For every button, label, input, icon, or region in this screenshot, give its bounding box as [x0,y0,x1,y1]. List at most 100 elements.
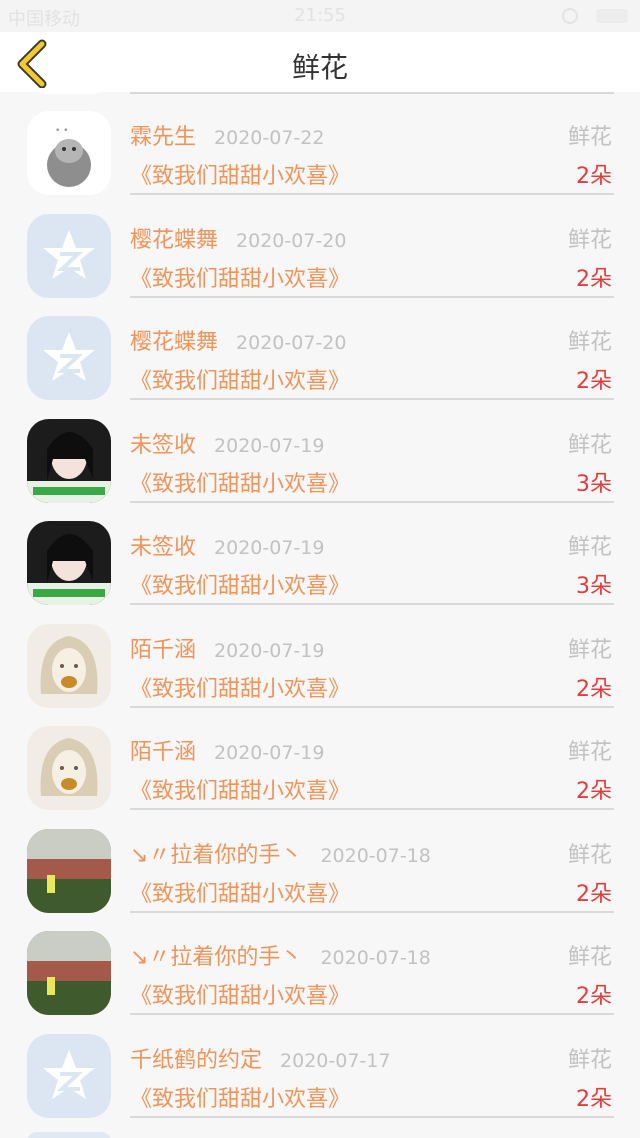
gift-type: 鲜花 [567,740,612,765]
gift-date: 2020-07-22 [214,127,325,149]
qzone-star-avatar-image [27,213,111,298]
gift-record-row[interactable]: ↘〃拉着你的手丶 2020-07-18 鲜花 《致我们甜甜小欢喜》 2朵 [0,912,640,1015]
sender-name-text: 陌千涵 [130,740,197,765]
sender-name-text: 未签收 [130,535,197,560]
gift-count: 2朵 [576,1086,612,1112]
gift-type: 鲜花 [567,945,612,970]
gift-message-title: 《致我们甜甜小欢喜》 [130,1086,351,1112]
gift-message-title: 《致我们甜甜小欢喜》 [130,266,351,292]
gift-count: 2朵 [576,676,612,702]
gift-message-title: 《致我们甜甜小欢喜》 [130,984,351,1009]
girl-photo-avatar[interactable] [27,521,111,605]
garden-photo-avatar[interactable] [27,828,111,913]
gift-date: 2020-07-19 [214,742,325,764]
gift-message-title: 《致我们甜甜小欢喜》 [130,676,351,702]
sender-name-text: 未签收 [130,432,197,458]
gift-date: 2020-07-17 [280,1049,391,1072]
partial-avatar [27,1132,111,1138]
gift-date: 2020-07-19 [214,434,325,457]
sender-name-text: ↘〃拉着你的手丶 [130,945,303,970]
gift-record-row[interactable]: 未签收 2020-07-19 鲜花 《致我们甜甜小欢喜》 3朵 [0,502,640,605]
gift-date: 2020-07-20 [236,229,347,252]
alarm-icon [562,8,578,24]
gift-record-row[interactable]: ↘〃拉着你的手丶 2020-07-18 鲜花 《致我们甜甜小欢喜》 2朵 [0,810,640,913]
gift-record-row[interactable]: 陌千涵 2020-07-19 鲜花 《致我们甜甜小欢喜》 2朵 [0,707,640,810]
gift-type: 鲜花 [567,535,612,560]
sender-name-text: 霖先生 [130,125,197,150]
status-bar: 中国移动 21:55 [0,0,640,32]
sender-name-text: 陌千涵 [130,637,197,663]
gift-record-row[interactable]: 陌千涵 2020-07-19 鲜花 《致我们甜甜小欢喜》 2朵 [0,605,640,708]
status-time: 21:55 [294,5,346,26]
svg-text:• •: • • [55,126,68,136]
gift-list[interactable]: • • 霖先生 2020-07-22 鲜花 《致我们甜甜小欢喜》 2朵 樱花蝶舞 2… [0,92,640,1138]
gift-message-title: 《致我们甜甜小欢喜》 [130,574,351,599]
sketch-girl-avatar[interactable] [27,623,111,708]
sender-name[interactable]: 陌千涵 2020-07-19 [130,734,324,766]
sender-name[interactable]: 陌千涵 2020-07-19 [130,632,324,664]
sender-name[interactable]: 未签收 2020-07-19 [130,529,324,561]
sender-name-text: 樱花蝶舞 [130,227,219,253]
gift-count: 2朵 [576,164,612,189]
gift-count: 2朵 [576,881,612,907]
gift-message-title: 《致我们甜甜小欢喜》 [130,881,351,907]
gift-message-title: 《致我们甜甜小欢喜》 [130,471,351,497]
gift-date: 2020-07-20 [236,332,347,354]
qzone-star-avatar[interactable] [27,1033,111,1118]
girl-photo-avatar[interactable] [27,418,111,503]
gift-count: 2朵 [576,369,612,394]
gift-record-row[interactable]: 千纸鹤的约定 2020-07-17 鲜花 《致我们甜甜小欢喜》 2朵 [0,1015,640,1118]
gift-count: 2朵 [576,984,612,1009]
sketch-girl-avatar[interactable] [27,726,111,810]
sketch-girl-avatar-image [27,726,111,810]
qzone-star-avatar[interactable] [27,316,111,400]
qzone-star-avatar[interactable] [27,213,111,298]
sender-name-text: 樱花蝶舞 [130,330,219,355]
penguin-avatar-image: • • [27,111,111,195]
gift-count: 2朵 [576,266,612,292]
nav-bar: 鲜花 [0,32,640,92]
sender-name[interactable]: 樱花蝶舞 2020-07-20 [130,222,346,254]
sender-name[interactable]: ↘〃拉着你的手丶 2020-07-18 [130,939,431,971]
sender-name-text: 千纸鹤的约定 [130,1047,263,1073]
gift-type: 鲜花 [567,330,612,355]
gift-type: 鲜花 [567,125,612,150]
gift-message-title: 《致我们甜甜小欢喜》 [130,779,351,804]
sender-name[interactable]: ↘〃拉着你的手丶 2020-07-18 [130,837,431,869]
sender-name[interactable]: 霖先生 2020-07-22 [130,119,324,151]
gift-date: 2020-07-18 [320,844,431,867]
gift-record-row[interactable]: 樱花蝶舞 2020-07-20 鲜花 《致我们甜甜小欢喜》 2朵 [0,297,640,400]
gift-record-row[interactable]: 樱花蝶舞 2020-07-20 鲜花 《致我们甜甜小欢喜》 2朵 [0,195,640,298]
gift-date: 2020-07-19 [214,639,325,662]
sender-name-text: ↘〃拉着你的手丶 [130,842,303,868]
sketch-girl-avatar-image [27,623,111,708]
sender-name[interactable]: 樱花蝶舞 2020-07-20 [130,324,346,356]
sender-name[interactable]: 千纸鹤的约定 2020-07-17 [130,1042,390,1074]
gift-record-row[interactable]: • • 霖先生 2020-07-22 鲜花 《致我们甜甜小欢喜》 2朵 [0,92,640,195]
gift-date: 2020-07-19 [214,537,325,559]
page-title: 鲜花 [291,51,348,84]
gift-type: 鲜花 [567,432,612,458]
gift-type: 鲜花 [567,842,612,868]
gift-count: 3朵 [576,471,612,497]
row-divider [130,1115,614,1118]
gift-type: 鲜花 [567,637,612,663]
battery-icon [596,9,628,23]
sender-name[interactable]: 未签收 2020-07-19 [130,427,324,459]
gift-count: 3朵 [576,574,612,599]
girl-photo-avatar-image [27,418,111,503]
garden-photo-avatar-image [27,931,111,1015]
gift-date: 2020-07-18 [320,947,431,969]
gift-type: 鲜花 [567,1047,612,1073]
qzone-star-avatar-image [27,1033,111,1118]
gift-record-row[interactable]: 未签收 2020-07-19 鲜花 《致我们甜甜小欢喜》 3朵 [0,400,640,503]
gift-message-title: 《致我们甜甜小欢喜》 [130,369,351,394]
gift-message-title: 《致我们甜甜小欢喜》 [130,164,351,189]
gift-count: 2朵 [576,779,612,804]
gift-type: 鲜花 [567,227,612,253]
garden-photo-avatar-image [27,828,111,913]
qzone-star-avatar-image [27,316,111,400]
girl-photo-avatar-image [27,521,111,605]
penguin-avatar[interactable]: • • [27,111,111,195]
garden-photo-avatar[interactable] [27,931,111,1015]
